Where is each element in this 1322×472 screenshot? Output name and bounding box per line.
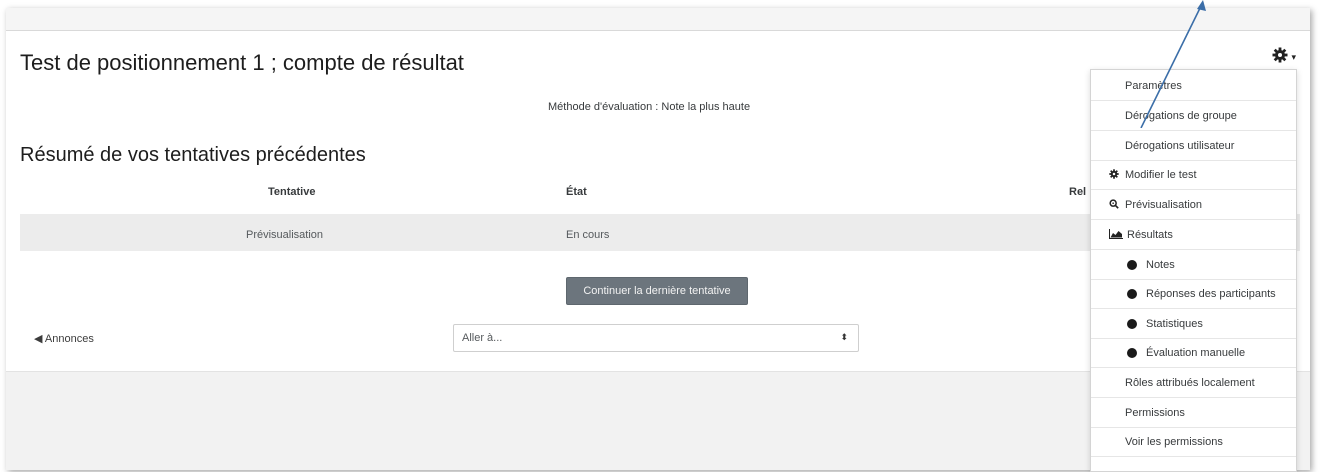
menu-item-label: Permissions bbox=[1125, 407, 1185, 419]
admin-dropdown-menu: Paramètres Dérogations de groupe Dérogat… bbox=[1090, 69, 1297, 472]
page-title: Test de positionnement 1 ; compte de rés… bbox=[20, 50, 464, 75]
state-cell: En cours bbox=[566, 229, 610, 241]
menu-item-label: Voir les permissions bbox=[1125, 436, 1223, 448]
attempt-cell: Prévisualisation bbox=[246, 229, 324, 241]
gear-icon bbox=[1109, 168, 1119, 182]
bullet-icon bbox=[1127, 260, 1137, 270]
summary-heading: Résumé de vos tentatives précédentes bbox=[20, 144, 366, 166]
menu-item-check-permissions[interactable]: Voir les permissions bbox=[1091, 428, 1296, 457]
menu-item-label: Réponses des participants bbox=[1146, 288, 1276, 300]
menu-item-results[interactable]: Résultats bbox=[1091, 221, 1296, 250]
bullet-icon bbox=[1127, 289, 1137, 299]
jump-to-select[interactable]: Aller à... ⬍ bbox=[453, 324, 859, 352]
menu-item-manual-grading[interactable]: Évaluation manuelle bbox=[1091, 339, 1296, 368]
zoom-icon bbox=[1109, 198, 1119, 212]
continue-attempt-button[interactable]: Continuer la dernière tentative bbox=[566, 277, 748, 305]
column-header-state: État bbox=[566, 186, 587, 198]
menu-item-user-overrides[interactable]: Dérogations utilisateur bbox=[1091, 132, 1296, 161]
menu-item-label: Rôles attribués localement bbox=[1125, 377, 1255, 389]
column-header-attempt: Tentative bbox=[268, 186, 316, 198]
menu-item-statistics[interactable]: Statistiques bbox=[1091, 310, 1296, 339]
menu-item-responses[interactable]: Réponses des participants bbox=[1091, 280, 1296, 309]
menu-item-label: Notes bbox=[1146, 259, 1175, 271]
menu-item-label: Résultats bbox=[1127, 229, 1173, 241]
menu-item-label: Modifier le test bbox=[1125, 169, 1197, 181]
menu-item-local-roles[interactable]: Rôles attribués localement bbox=[1091, 369, 1296, 398]
menu-item-grades[interactable]: Notes bbox=[1091, 251, 1296, 280]
grading-method: Méthode d'évaluation : Note la plus haut… bbox=[548, 101, 751, 113]
gear-icon bbox=[1272, 47, 1288, 68]
menu-item-group-overrides[interactable]: Dérogations de groupe bbox=[1091, 102, 1296, 131]
top-strip bbox=[6, 8, 1310, 31]
menu-item-label: Dérogations de groupe bbox=[1125, 110, 1237, 122]
menu-item-parametres[interactable]: Paramètres bbox=[1091, 72, 1296, 101]
menu-item-permissions[interactable]: Permissions bbox=[1091, 399, 1296, 428]
menu-item-label: Statistiques bbox=[1146, 318, 1203, 330]
menu-item-label: Paramètres bbox=[1125, 80, 1182, 92]
menu-item-label: Évaluation manuelle bbox=[1146, 347, 1246, 359]
menu-item-label: Prévisualisation bbox=[1125, 199, 1203, 211]
menu-item-edit-quiz[interactable]: Modifier le test bbox=[1091, 161, 1296, 190]
bullet-icon bbox=[1127, 319, 1137, 329]
column-header-review: Rel bbox=[1069, 186, 1087, 198]
previous-activity-link[interactable]: ◀ Annonces bbox=[34, 332, 94, 345]
menu-item-label: Dérogations utilisateur bbox=[1125, 140, 1235, 152]
area-chart-icon bbox=[1109, 228, 1123, 242]
menu-item-preview[interactable]: Prévisualisation bbox=[1091, 191, 1296, 220]
chevron-down-icon: ▾ bbox=[1291, 51, 1296, 62]
bullet-icon bbox=[1127, 348, 1137, 358]
settings-menu-toggle[interactable]: ▾ bbox=[1240, 46, 1302, 68]
select-arrows-icon: ⬍ bbox=[840, 332, 848, 342]
jump-to-placeholder: Aller à... bbox=[462, 332, 503, 344]
